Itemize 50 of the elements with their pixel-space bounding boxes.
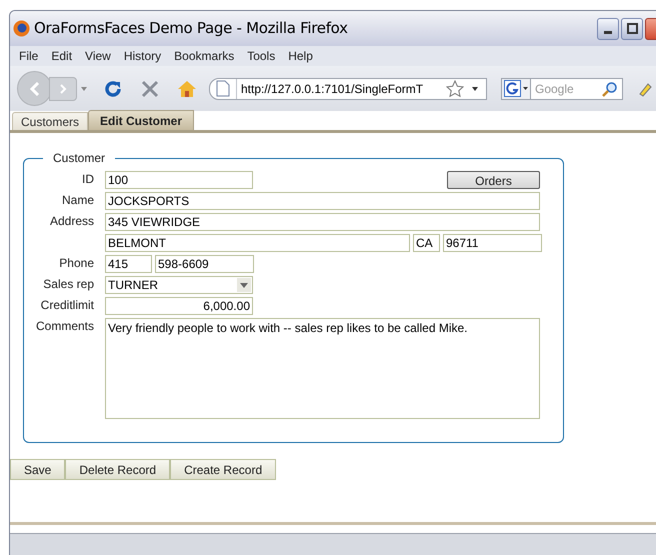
comments-field[interactable]: Very friendly people to work with -- sales rep likes to be called Mike. [105,318,540,419]
home-icon[interactable] [177,80,197,98]
field-label: Phone [59,255,94,271]
search-engine-button[interactable] [501,78,530,100]
dropdown-caret-icon [237,278,251,292]
input-field[interactable]: 345 VIEWRIDGE [105,213,540,231]
menu-item[interactable]: Bookmarks [174,47,234,65]
field-label: Sales rep [43,276,94,292]
input-field[interactable]: 415 [105,255,152,273]
toolbar-button[interactable]: Save [10,459,66,480]
sales-rep-dropdown[interactable]: TURNER [105,276,253,294]
input-field[interactable]: CA [413,234,440,252]
stop-icon[interactable] [141,80,159,98]
window-title: OraFormsFaces Demo Page - Mozilla Firefox [34,18,349,40]
address-field[interactable]: http://127.0.0.1:7101/SingleFormT [209,78,487,100]
menu-item[interactable]: File [19,47,38,65]
minimize-button[interactable] [597,18,619,40]
field-label: Address [50,213,94,229]
tab[interactable]: Customers [12,112,88,130]
bookmark-star-icon[interactable] [446,80,464,98]
reload-icon[interactable] [103,78,123,98]
page-icon [216,80,230,97]
input-field[interactable]: 598-6609 [155,255,254,273]
menu-item[interactable]: Tools [247,47,276,65]
maximize-button[interactable] [621,18,643,40]
highlighter-icon[interactable] [637,80,653,96]
menu-item[interactable]: Help [288,47,313,65]
browser-logo-icon [13,20,30,37]
field-label: Comments [36,318,94,334]
caret-icon[interactable] [472,86,478,90]
input-field[interactable]: JOCKSPORTS [105,192,540,210]
caret-icon [81,86,87,90]
panel-legend: Customer [43,149,116,167]
field-label: Creditlimit [40,297,94,313]
menu-item[interactable]: History [124,47,162,65]
toolbar-button[interactable]: Create Record [170,459,276,480]
menu-item[interactable]: View [85,47,111,65]
input-field[interactable]: 6,000.00 [105,297,253,315]
menu-item[interactable]: Edit [51,47,72,65]
caret-icon [523,87,528,90]
tab[interactable]: Edit Customer [88,110,194,130]
field-label: Name [62,192,94,208]
input-field[interactable]: BELMONT [105,234,410,252]
toolbar-button[interactable]: Delete Record [65,459,170,480]
field-label: ID [82,171,94,187]
orders-button[interactable]: Orders [447,171,540,189]
input-field[interactable]: 100 [105,171,253,189]
search-icon[interactable] [602,80,618,96]
search-engine-icon [504,80,521,97]
input-field[interactable]: 96711 [443,234,542,252]
